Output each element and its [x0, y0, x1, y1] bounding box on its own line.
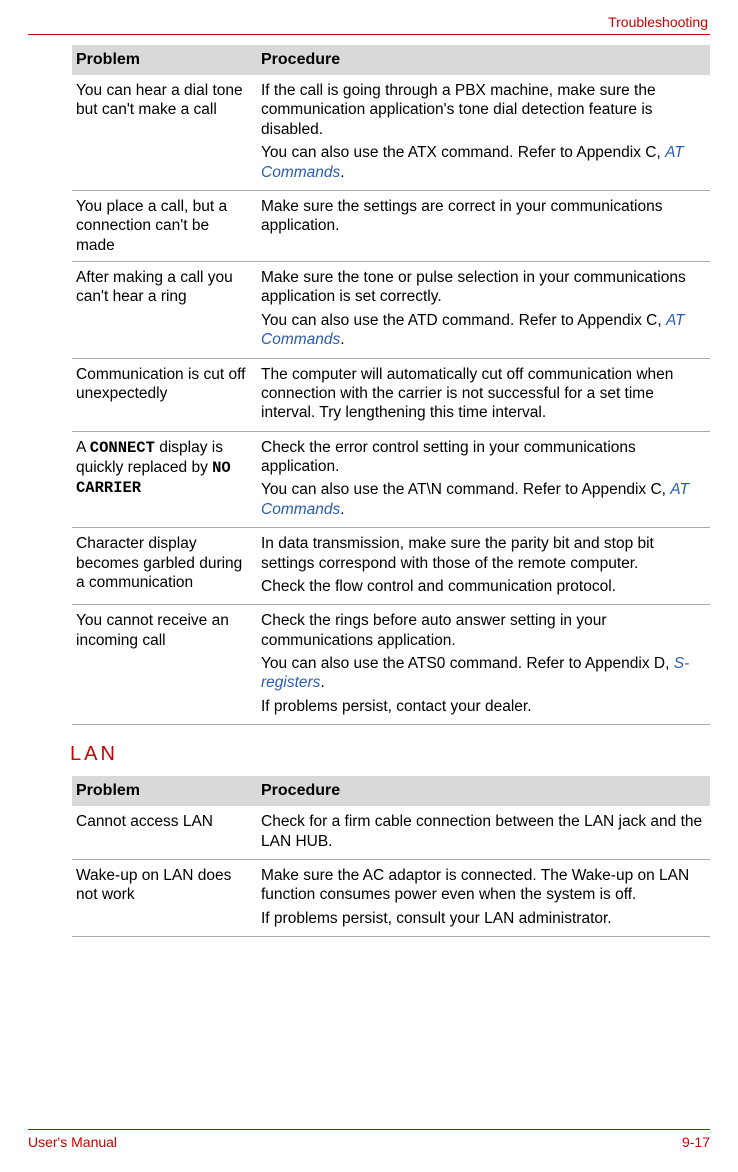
problem-cell: Communication is cut off unexpectedly [72, 358, 257, 431]
procedure-cell: The computer will automatically cut off … [257, 358, 710, 431]
procedure-cell: Make sure the tone or pulse selection in… [257, 262, 710, 359]
footer-page-number: 9-17 [682, 1134, 710, 1150]
procedure-text: Check for a firm cable connection betwee… [261, 812, 704, 851]
procedure-text: You can also use the ATD command. Refer … [261, 311, 704, 350]
problem-cell: Character display becomes garbled during… [72, 528, 257, 605]
header-section-title: Troubleshooting [28, 14, 710, 30]
troubleshooting-table-lan: Problem Procedure Cannot access LAN Chec… [72, 776, 710, 937]
troubleshooting-table-modem: Problem Procedure You can hear a dial to… [72, 45, 710, 725]
connect-code: CONNECT [90, 439, 155, 457]
problem-cell: A CONNECT display is quickly replaced by… [72, 431, 257, 528]
table-row: After making a call you can't hear a rin… [72, 262, 710, 359]
procedure-text: Make sure the settings are correct in yo… [261, 197, 704, 236]
procedure-text: Check the rings before auto answer setti… [261, 611, 704, 650]
th-problem: Problem [72, 776, 257, 806]
procedure-text: You can also use the AT\N command. Refer… [261, 480, 704, 519]
procedure-text: If the call is going through a PBX machi… [261, 81, 704, 139]
procedure-cell: Check the rings before auto answer setti… [257, 605, 710, 725]
procedure-cell: Make sure the settings are correct in yo… [257, 190, 710, 261]
table-row: Character display becomes garbled during… [72, 528, 710, 605]
table-row: You can hear a dial tone but can't make … [72, 75, 710, 190]
problem-cell: Cannot access LAN [72, 806, 257, 859]
problem-cell: Wake-up on LAN does not work [72, 859, 257, 936]
header-rule [28, 34, 710, 35]
procedure-text: Check the error control setting in your … [261, 438, 704, 477]
problem-cell: You can hear a dial tone but can't make … [72, 75, 257, 190]
procedure-text: If problems persist, consult your LAN ad… [261, 909, 704, 928]
th-procedure: Procedure [257, 45, 710, 75]
procedure-text: Check the flow control and communication… [261, 577, 704, 596]
table-row: Communication is cut off unexpectedly Th… [72, 358, 710, 431]
th-procedure: Procedure [257, 776, 710, 806]
page-footer: User's Manual 9-17 [28, 1129, 710, 1150]
procedure-text: You can also use the ATS0 command. Refer… [261, 654, 704, 693]
procedure-cell: Check the error control setting in your … [257, 431, 710, 528]
table-row: You cannot receive an incoming call Chec… [72, 605, 710, 725]
th-problem: Problem [72, 45, 257, 75]
procedure-cell: Check for a firm cable connection betwee… [257, 806, 710, 859]
procedure-text: If problems persist, contact your dealer… [261, 697, 704, 716]
table-row: A CONNECT display is quickly replaced by… [72, 431, 710, 528]
lan-section-heading: LAN [70, 743, 710, 766]
procedure-cell: Make sure the AC adaptor is connected. T… [257, 859, 710, 936]
problem-cell: After making a call you can't hear a rin… [72, 262, 257, 359]
footer-rule [28, 1129, 710, 1130]
table-row: You place a call, but a connection can't… [72, 190, 710, 261]
table-row: Cannot access LAN Check for a firm cable… [72, 806, 710, 859]
table-row: Wake-up on LAN does not work Make sure t… [72, 859, 710, 936]
procedure-text: The computer will automatically cut off … [261, 365, 704, 423]
procedure-cell: If the call is going through a PBX machi… [257, 75, 710, 190]
procedure-text: You can also use the ATX command. Refer … [261, 143, 704, 182]
problem-cell: You cannot receive an incoming call [72, 605, 257, 725]
procedure-text: Make sure the AC adaptor is connected. T… [261, 866, 704, 905]
procedure-cell: In data transmission, make sure the pari… [257, 528, 710, 605]
page-content: Problem Procedure You can hear a dial to… [72, 45, 710, 937]
footer-manual-label: User's Manual [28, 1134, 117, 1150]
procedure-text: In data transmission, make sure the pari… [261, 534, 704, 573]
procedure-text: Make sure the tone or pulse selection in… [261, 268, 704, 307]
problem-cell: You place a call, but a connection can't… [72, 190, 257, 261]
